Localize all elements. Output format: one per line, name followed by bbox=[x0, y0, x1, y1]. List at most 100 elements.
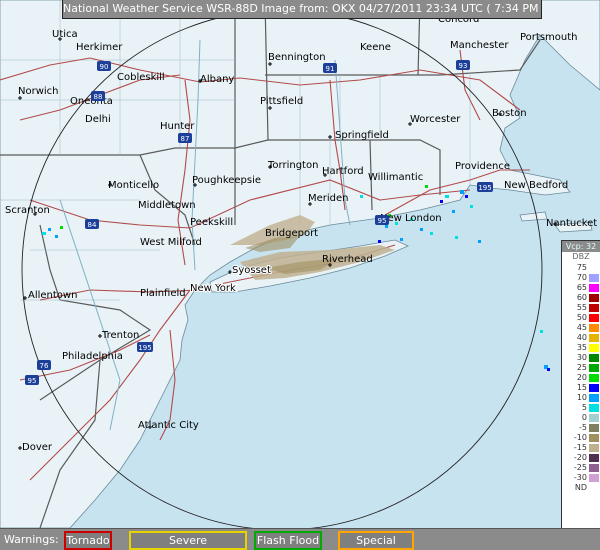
legend-vcp-label: Vcp: 32 bbox=[562, 241, 600, 252]
legend-row: -20 bbox=[562, 453, 600, 463]
flash-flood-warning-button[interactable]: Flash Flood bbox=[254, 531, 322, 550]
city-label: Delhi bbox=[85, 114, 111, 125]
interstate-shield: 95 bbox=[25, 375, 39, 385]
city-label: Peekskill bbox=[190, 217, 233, 228]
city-label: Pittsfield bbox=[260, 96, 303, 107]
interstate-shield: 91 bbox=[323, 63, 337, 73]
city-label: Allentown bbox=[28, 290, 77, 301]
legend-value: 60 bbox=[576, 293, 587, 302]
severe-thunderstorm-warning-button[interactable]: Severe Thunderstorm bbox=[129, 531, 247, 550]
city-label: Philadelphia bbox=[62, 351, 123, 362]
legend-row: 70 bbox=[562, 273, 600, 283]
city-label: Riverhead bbox=[322, 254, 373, 265]
interstate-shield: 84 bbox=[85, 219, 99, 229]
legend-row: 30 bbox=[562, 353, 600, 363]
city-label: Bridgeport bbox=[265, 228, 318, 239]
legend-value: 45 bbox=[576, 323, 587, 332]
city-label: Scranton bbox=[5, 205, 50, 216]
interstate-shield: 76 bbox=[37, 360, 51, 370]
interstate-shield: 195 bbox=[137, 342, 153, 352]
legend-color-swatch bbox=[589, 364, 599, 372]
city-label: Keene bbox=[360, 42, 391, 53]
svg-text:91: 91 bbox=[326, 65, 335, 73]
legend-value: 5 bbox=[581, 403, 587, 412]
legend-color-swatch bbox=[589, 354, 599, 362]
interstate-shield: 90 bbox=[97, 61, 111, 71]
city-label: Albany bbox=[200, 74, 234, 85]
city-label: Trenton bbox=[101, 330, 139, 341]
city-label: Willimantic bbox=[368, 172, 423, 183]
legend-color-swatch bbox=[589, 474, 599, 482]
legend-value: -10 bbox=[573, 433, 587, 442]
city-label: Norwich bbox=[18, 86, 59, 97]
legend-row: -5 bbox=[562, 423, 600, 433]
interstate-shield: 195 bbox=[477, 182, 493, 192]
city-label: Middletown bbox=[138, 200, 196, 211]
legend-color-swatch bbox=[589, 334, 599, 342]
legend-value: -15 bbox=[573, 443, 587, 452]
city-label: Monticello bbox=[108, 180, 159, 191]
legend-value: 0 bbox=[581, 413, 587, 422]
svg-text:76: 76 bbox=[40, 362, 49, 370]
legend-row: 10 bbox=[562, 393, 600, 403]
interstate-shield: 88 bbox=[91, 91, 105, 101]
legend-color-swatch bbox=[589, 484, 599, 492]
svg-text:84: 84 bbox=[88, 221, 97, 229]
special-marine-warning-button[interactable]: Special Marine bbox=[338, 531, 414, 550]
legend-color-swatch bbox=[589, 294, 599, 302]
city-label: Worcester bbox=[410, 114, 461, 125]
tornado-warning-button[interactable]: Tornado bbox=[64, 531, 112, 550]
interstate-shield: 95 bbox=[375, 215, 389, 225]
city-label: Meriden bbox=[308, 193, 349, 204]
legend-value: -25 bbox=[573, 463, 587, 472]
legend-row: 55 bbox=[562, 303, 600, 313]
legend-row: 45 bbox=[562, 323, 600, 333]
city-label: Torrington bbox=[267, 160, 318, 171]
svg-text:195: 195 bbox=[478, 184, 491, 192]
legend-color-swatch bbox=[589, 304, 599, 312]
legend-value: 75 bbox=[576, 263, 587, 272]
city-label: Portsmouth bbox=[520, 32, 578, 43]
city-label: Manchester bbox=[450, 40, 509, 51]
city-label: Boston bbox=[492, 108, 527, 119]
city-label: Hunter bbox=[160, 121, 195, 132]
legend-color-swatch bbox=[589, 434, 599, 442]
svg-text:95: 95 bbox=[378, 217, 387, 225]
city-label: Springfield bbox=[335, 130, 389, 141]
legend-value: 10 bbox=[576, 393, 587, 402]
legend-color-swatch bbox=[589, 384, 599, 392]
legend-color-swatch bbox=[589, 404, 599, 412]
city-label: Syosset bbox=[232, 265, 271, 276]
svg-text:93: 93 bbox=[459, 62, 468, 70]
product-header: National Weather Service WSR-88D Image f… bbox=[62, 0, 542, 19]
legend-value: 65 bbox=[576, 283, 587, 292]
legend-value: 40 bbox=[576, 333, 587, 342]
radar-map[interactable]: Utica Herkimer Norwich Cobleskill Albany… bbox=[0, 0, 600, 528]
city-label: Plainfield bbox=[140, 288, 186, 299]
city-label: New York bbox=[190, 283, 236, 294]
legend-color-swatch bbox=[589, 344, 599, 352]
legend-color-swatch bbox=[589, 324, 599, 332]
city-label: New London bbox=[380, 213, 442, 224]
city-label: Dover bbox=[22, 442, 53, 453]
legend-value: 70 bbox=[576, 273, 587, 282]
svg-text:95: 95 bbox=[28, 377, 37, 385]
warnings-label: Warnings: bbox=[4, 533, 59, 546]
city-label: Atlantic City bbox=[138, 420, 199, 431]
legend-color-swatch bbox=[589, 314, 599, 322]
legend-row: 25 bbox=[562, 363, 600, 373]
legend-color-swatch bbox=[589, 424, 599, 432]
legend-color-swatch bbox=[589, 394, 599, 402]
legend-color-swatch bbox=[589, 284, 599, 292]
city-label: Poughkeepsie bbox=[192, 175, 261, 186]
legend-value: 30 bbox=[576, 353, 587, 362]
legend-row: 75 bbox=[562, 263, 600, 273]
svg-text:90: 90 bbox=[100, 63, 109, 71]
legend-value: 50 bbox=[576, 313, 587, 322]
legend-value: ND bbox=[574, 483, 587, 492]
radar-viewer: Utica Herkimer Norwich Cobleskill Albany… bbox=[0, 0, 600, 550]
legend-row: 50 bbox=[562, 313, 600, 323]
svg-text:88: 88 bbox=[94, 93, 103, 101]
legend-row: 65 bbox=[562, 283, 600, 293]
legend-color-swatch bbox=[589, 264, 599, 272]
